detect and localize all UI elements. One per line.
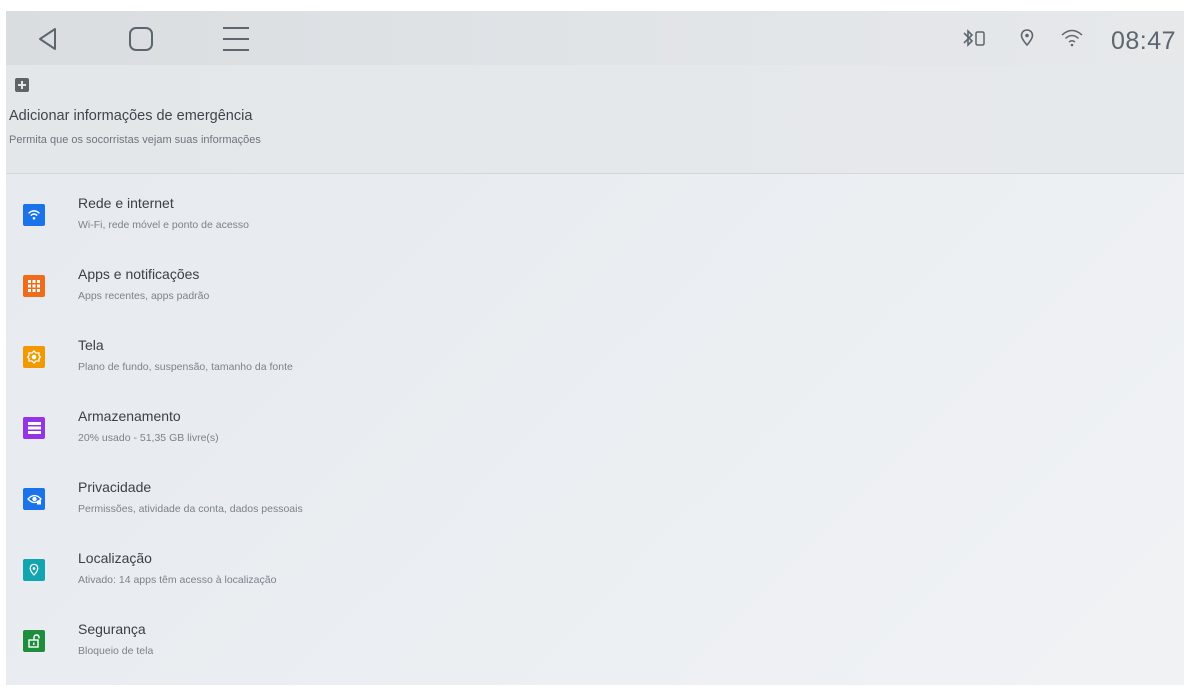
emergency-title: Adicionar informações de emergência bbox=[9, 108, 253, 124]
emergency-subtitle: Permita que os socorristas vejam suas in… bbox=[9, 134, 261, 146]
navigation-status-bar: 08:47 bbox=[6, 11, 1184, 65]
settings-item-security[interactable]: Segurança Bloqueio de tela bbox=[6, 619, 1184, 685]
settings-item-subtitle: Ativado: 14 apps têm acesso à localizaçã… bbox=[78, 574, 277, 586]
lock-open-icon bbox=[23, 630, 45, 652]
settings-item-title: Apps e notificações bbox=[78, 266, 200, 282]
clock: 08:47 bbox=[1110, 27, 1176, 55]
medical-plus-icon bbox=[15, 78, 29, 92]
wifi-status bbox=[1060, 11, 1084, 65]
settings-item-subtitle: Wi-Fi, rede móvel e ponto de acesso bbox=[78, 219, 249, 231]
wifi-icon bbox=[1061, 29, 1083, 47]
settings-item-apps[interactable]: Apps e notificações Apps recentes, apps … bbox=[6, 264, 1184, 334]
settings-item-subtitle: Plano de fundo, suspensão, tamanho da fo… bbox=[78, 361, 293, 373]
settings-item-storage[interactable]: Armazenamento 20% usado - 51,35 GB livre… bbox=[6, 406, 1184, 476]
settings-item-subtitle: 20% usado - 51,35 GB livre(s) bbox=[78, 432, 219, 444]
settings-item-subtitle: Permissões, atividade da conta, dados pe… bbox=[78, 503, 303, 515]
location-status bbox=[1019, 11, 1035, 65]
settings-item-subtitle: Apps recentes, apps padrão bbox=[78, 290, 210, 302]
apps-grid-icon bbox=[23, 275, 45, 297]
settings-screen: 08:47 Adicionar informações de emergênci… bbox=[6, 11, 1184, 685]
home-button[interactable] bbox=[121, 19, 161, 59]
back-button[interactable] bbox=[28, 19, 68, 59]
settings-item-network[interactable]: Rede e internet Wi-Fi, rede móvel e pont… bbox=[6, 193, 1184, 263]
battery-icon bbox=[975, 31, 985, 46]
wifi-icon bbox=[23, 204, 45, 226]
location-icon bbox=[1020, 29, 1034, 47]
bluetooth-icon bbox=[963, 29, 985, 47]
settings-item-title: Localização bbox=[78, 550, 152, 566]
brightness-icon bbox=[23, 346, 45, 368]
settings-item-title: Tela bbox=[78, 337, 104, 353]
settings-item-subtitle: Bloqueio de tela bbox=[78, 645, 154, 657]
location-pin-icon bbox=[23, 559, 45, 581]
storage-icon bbox=[23, 417, 45, 439]
privacy-eye-icon bbox=[23, 488, 45, 510]
settings-item-title: Rede e internet bbox=[78, 195, 174, 211]
settings-item-title: Privacidade bbox=[78, 479, 152, 495]
recents-button[interactable] bbox=[216, 19, 256, 59]
home-icon bbox=[129, 27, 153, 51]
settings-item-location[interactable]: Localização Ativado: 14 apps têm acesso … bbox=[6, 548, 1184, 618]
bluetooth-status bbox=[961, 11, 991, 65]
menu-icon bbox=[223, 27, 249, 51]
settings-item-title: Armazenamento bbox=[78, 408, 181, 424]
settings-item-title: Segurança bbox=[78, 621, 146, 637]
back-icon bbox=[39, 28, 56, 50]
emergency-info-row[interactable]: Adicionar informações de emergência Perm… bbox=[6, 65, 1184, 174]
settings-item-privacy[interactable]: Privacidade Permissões, atividade da con… bbox=[6, 477, 1184, 547]
settings-item-display[interactable]: Tela Plano de fundo, suspensão, tamanho … bbox=[6, 335, 1184, 405]
